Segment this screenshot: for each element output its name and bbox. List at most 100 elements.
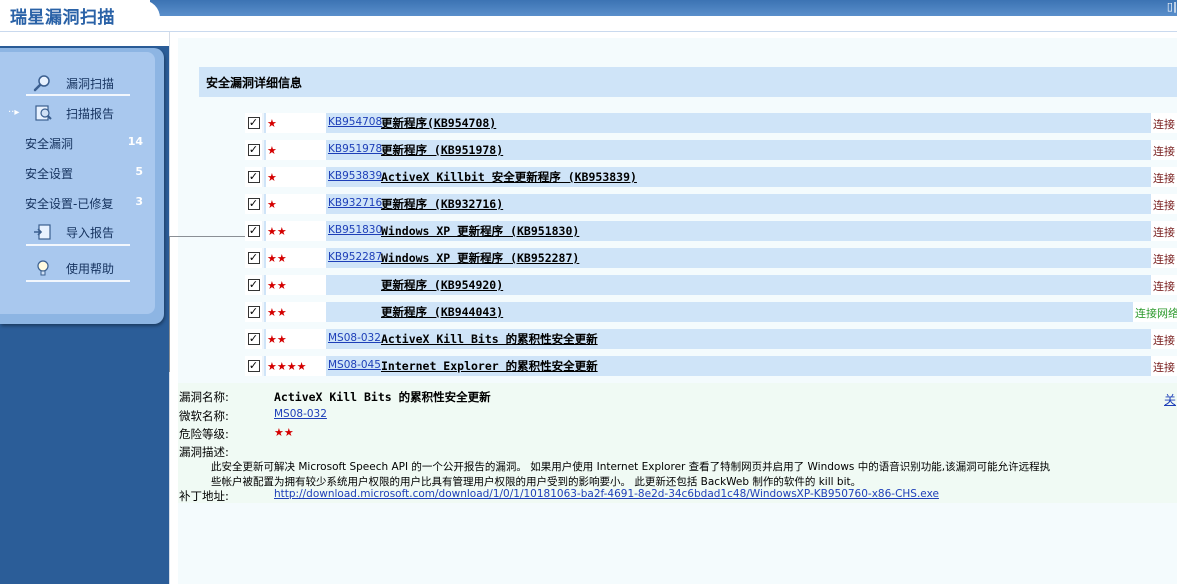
connect-status[interactable]: 连接 <box>1151 275 1177 295</box>
row-checkbox[interactable]: ✓ <box>245 275 264 295</box>
row-checkbox[interactable]: ✓ <box>245 194 264 214</box>
connect-status[interactable]: 连接网络 <box>1133 302 1177 322</box>
nav-scan-label: 漏洞扫描 <box>66 76 115 91</box>
sidebar-item-label: 安全设置 <box>25 167 74 181</box>
kb-link[interactable]: KB951830 <box>328 224 382 236</box>
kb-link[interactable]: KB954708 <box>328 116 382 128</box>
vuln-name-link[interactable]: 更新程序 (KB944043) <box>381 304 503 320</box>
detail-patch-link[interactable]: http://download.microsoft.com/download/1… <box>274 488 939 500</box>
title-tab: 瑞星漏洞扫描 <box>0 0 160 30</box>
kb-link[interactable]: KB932716 <box>328 197 382 209</box>
nav-divider <box>26 280 130 282</box>
vuln-name-link[interactable]: ActiveX Kill Bits 的累积性安全更新 <box>381 331 598 347</box>
window-control-icon[interactable]: ▯| <box>1159 0 1177 14</box>
sidebar-item-label: 安全漏洞 <box>25 137 74 151</box>
connect-status[interactable]: 连接 <box>1151 113 1177 133</box>
row-checkbox[interactable]: ✓ <box>245 221 264 241</box>
title-band-lower <box>0 16 1177 32</box>
row-checkbox[interactable]: ✓ <box>245 356 264 376</box>
vuln-name-link[interactable]: Internet Explorer 的累积性安全更新 <box>381 358 598 374</box>
vuln-name-link[interactable]: 更新程序 (KB954920) <box>381 277 503 293</box>
vuln-name-link[interactable]: Windows XP 更新程序 (KB952287) <box>381 250 579 266</box>
table-row[interactable]: ✓ ★★ MS08-032 ActiveX Kill Bits 的累积性安全更新 连接 <box>245 329 1177 349</box>
vuln-name-link[interactable]: 更新程序 (KB932716) <box>381 196 503 212</box>
risk-stars: ★★ <box>266 302 326 322</box>
lightbulb-icon <box>37 260 49 276</box>
app-title: 瑞星漏洞扫描 <box>10 8 115 28</box>
section-header: 安全漏洞详细信息 <box>199 67 1177 97</box>
nav-divider <box>26 94 130 96</box>
connect-status[interactable]: 连接 <box>1151 329 1177 349</box>
nav-help-label: 使用帮助 <box>66 261 115 276</box>
sidebar-top-gap <box>0 32 169 46</box>
risk-stars: ★ <box>266 194 326 214</box>
connect-status[interactable]: 连接 <box>1151 167 1177 187</box>
detail-name-label: 漏洞名称: <box>179 390 229 404</box>
table-row[interactable]: ✓ ★ KB932716 更新程序 (KB932716) 连接 <box>245 194 1177 214</box>
risk-stars: ★★ <box>266 221 326 241</box>
checkmark-icon: ✓ <box>247 170 260 183</box>
vuln-name-link[interactable]: ActiveX Killbit 安全更新程序 (KB953839) <box>381 169 637 185</box>
divider-line-vertical <box>169 236 170 372</box>
table-row[interactable]: ✓ ★★ KB951830 Windows XP 更新程序 (KB951830) 连接 <box>245 221 1177 241</box>
nav-divider <box>26 244 130 246</box>
kb-link[interactable]: KB953839 <box>328 170 382 182</box>
nav-import[interactable]: 导入报告 <box>28 222 132 242</box>
risk-stars: ★ <box>266 140 326 160</box>
risk-stars: ★★ <box>266 248 326 268</box>
risk-stars: ★ <box>266 167 326 187</box>
nav-help[interactable]: 使用帮助 <box>28 258 132 278</box>
nav-report[interactable]: 扫描报告 <box>28 103 132 123</box>
title-band <box>150 0 1177 16</box>
row-checkbox[interactable]: ✓ <box>245 302 264 322</box>
sidebar-item-count: 3 <box>135 195 143 208</box>
row-checkbox[interactable]: ✓ <box>245 329 264 349</box>
checkmark-icon: ✓ <box>247 332 260 345</box>
detail-patch-label: 补丁地址: <box>179 489 229 503</box>
sidebar-item-settings[interactable]: 安全设置 5 <box>25 165 145 183</box>
import-icon <box>34 224 51 240</box>
table-row[interactable]: ✓ ★★ 更新程序 (KB954920) 连接 <box>245 275 1177 295</box>
checkmark-icon: ✓ <box>247 197 260 210</box>
table-row[interactable]: ✓ ★★★★ MS08-045 Internet Explorer 的累积性安全更新 连… <box>245 356 1177 376</box>
detail-desc-row: 漏洞描述: <box>178 442 1177 460</box>
checkmark-icon: ✓ <box>247 251 260 264</box>
sidebar-item-settings-fixed[interactable]: 安全设置-已修复 3 <box>25 195 145 213</box>
detail-name-value: ActiveX Kill Bits 的累积性安全更新 <box>274 390 491 404</box>
checkmark-icon: ✓ <box>247 305 260 318</box>
table-row[interactable]: ✓ ★★ 更新程序 (KB944043) 连接网络 <box>245 302 1177 322</box>
kb-link[interactable]: KB951978 <box>328 143 382 155</box>
connect-status[interactable]: 连接 <box>1151 248 1177 268</box>
risk-stars: ★ <box>266 113 326 133</box>
kb-link[interactable]: KB952287 <box>328 251 382 263</box>
checkmark-icon: ✓ <box>247 143 260 156</box>
vuln-name-link[interactable]: Windows XP 更新程序 (KB951830) <box>381 223 579 239</box>
connect-status[interactable]: 连接 <box>1151 221 1177 241</box>
detail-desc-line: 此安全更新可解决 Microsoft Speech API 的一个公开报告的漏洞… <box>211 461 1051 473</box>
table-row[interactable]: ✓ ★ KB951978 更新程序 (KB951978) 连接 <box>245 140 1177 160</box>
kb-link[interactable]: MS08-032 <box>328 332 381 344</box>
vuln-name-link[interactable]: 更新程序(KB954708) <box>381 115 496 131</box>
title-bar: 瑞星漏洞扫描 ▯| <box>0 0 1177 32</box>
kb-link[interactable]: MS08-045 <box>328 359 381 371</box>
row-checkbox[interactable]: ✓ <box>245 248 264 268</box>
connect-status[interactable]: 连接 <box>1151 356 1177 376</box>
nav-report-label: 扫描报告 <box>66 106 115 121</box>
table-row[interactable]: ✓ ★★ KB952287 Windows XP 更新程序 (KB952287) 连接 <box>245 248 1177 268</box>
row-checkbox[interactable]: ✓ <box>245 140 264 160</box>
vuln-name-link[interactable]: 更新程序 (KB951978) <box>381 142 503 158</box>
connect-status[interactable]: 连接 <box>1151 194 1177 214</box>
detail-level-stars: ★★ <box>274 426 294 439</box>
detail-name-row: 漏洞名称: ActiveX Kill Bits 的累积性安全更新 关 <box>178 387 1177 407</box>
row-checkbox[interactable]: ✓ <box>245 113 264 133</box>
connect-status[interactable]: 连接 <box>1151 140 1177 160</box>
sidebar-item-label: 安全设置-已修复 <box>25 197 114 211</box>
sidebar-item-vulnerabilities[interactable]: 安全漏洞 14 <box>25 135 145 153</box>
detail-ms-link[interactable]: MS08-032 <box>274 408 327 420</box>
detail-patch-row: 补丁地址: http://download.microsoft.com/down… <box>178 486 1177 504</box>
nav-scan[interactable]: 漏洞扫描 <box>28 73 132 93</box>
row-checkbox[interactable]: ✓ <box>245 167 264 187</box>
table-row[interactable]: ✓ ★ KB954708 更新程序(KB954708) 连接 <box>245 113 1177 133</box>
checkmark-icon: ✓ <box>247 359 260 372</box>
table-row[interactable]: ✓ ★ KB953839 ActiveX Killbit 安全更新程序 (KB9538… <box>245 167 1177 187</box>
